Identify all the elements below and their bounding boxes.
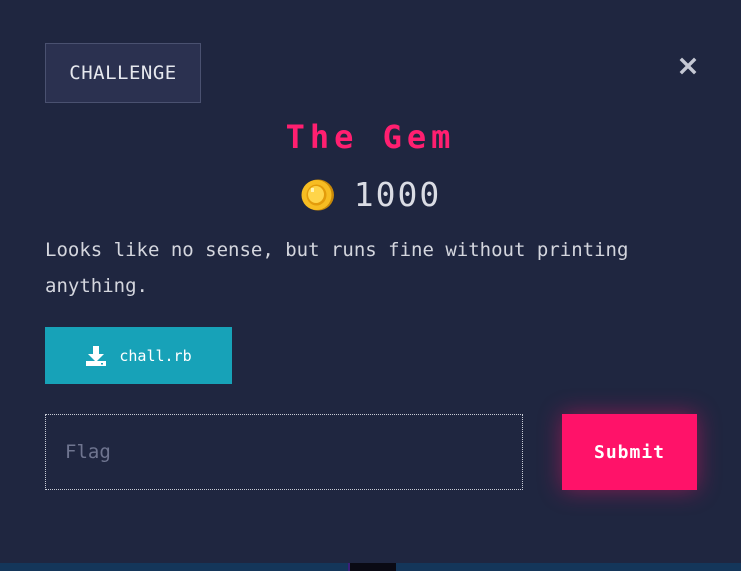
challenge-description: Looks like no sense, but runs fine witho…	[45, 239, 629, 297]
download-attachment-button[interactable]: chall.rb	[45, 327, 232, 384]
download-icon	[86, 345, 107, 366]
coin-icon	[301, 179, 334, 210]
category-label: CHALLENGE	[69, 62, 177, 84]
challenge-modal: CHALLENGE The Gem 1000 Looks like no sen…	[0, 0, 741, 563]
close-icon	[679, 57, 697, 75]
points-display: 1000	[0, 175, 741, 214]
flag-input[interactable]	[45, 414, 523, 490]
challenge-title: The Gem	[285, 118, 456, 156]
close-button[interactable]	[676, 54, 700, 78]
category-chip: CHALLENGE	[45, 43, 201, 103]
background-page-element	[348, 563, 396, 571]
submit-button[interactable]: Submit	[562, 414, 697, 490]
points-value: 1000	[353, 175, 442, 214]
attachment-filename: chall.rb	[119, 346, 192, 365]
